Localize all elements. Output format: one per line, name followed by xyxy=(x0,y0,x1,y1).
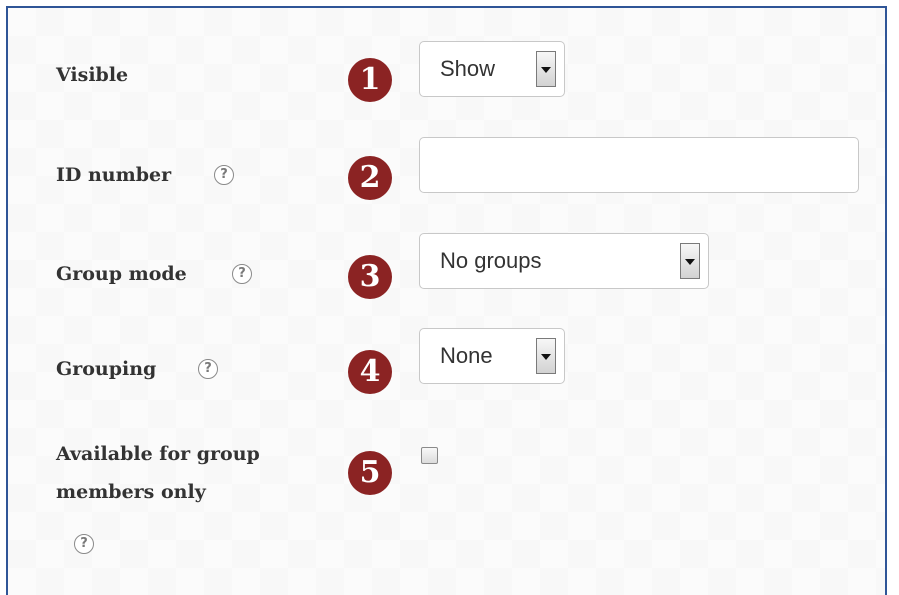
badge-5: 5 xyxy=(348,451,392,495)
chevron-down-icon xyxy=(685,259,695,265)
visible-label: Visible xyxy=(56,64,129,86)
grouping-label: Grouping xyxy=(56,358,157,380)
available-for-group-members-only-checkbox[interactable] xyxy=(421,447,438,464)
id-number-help-icon[interactable]: ? xyxy=(214,165,234,185)
grouping-select-value: None xyxy=(440,343,493,368)
grouping-dropdown-button[interactable] xyxy=(536,338,556,374)
visible-select-value: Show xyxy=(440,56,496,81)
grouping-help-icon[interactable]: ? xyxy=(198,359,218,379)
grouping-select[interactable]: None xyxy=(419,328,565,384)
badge-3: 3 xyxy=(348,255,392,299)
badge-1: 1 xyxy=(348,58,392,102)
badge-2: 2 xyxy=(348,156,392,200)
available-label-line2: members only xyxy=(56,481,206,503)
id-number-input[interactable] xyxy=(419,137,859,193)
group-mode-label: Group mode xyxy=(56,263,187,285)
settings-form: Visible 1 Show ID number ? 2 Group mode … xyxy=(6,6,887,595)
badge-4: 4 xyxy=(348,350,392,394)
group-mode-dropdown-button[interactable] xyxy=(680,243,700,279)
visible-dropdown-button[interactable] xyxy=(536,51,556,87)
group-mode-select[interactable]: No groups xyxy=(419,233,709,289)
chevron-down-icon xyxy=(541,354,551,360)
visible-select[interactable]: Show xyxy=(419,41,565,97)
group-mode-help-icon[interactable]: ? xyxy=(232,264,252,284)
id-number-label: ID number xyxy=(56,164,172,186)
available-help-icon[interactable]: ? xyxy=(74,534,94,554)
group-mode-select-value: No groups xyxy=(440,248,542,273)
chevron-down-icon xyxy=(541,67,551,73)
available-label-line1: Available for group xyxy=(56,443,260,465)
